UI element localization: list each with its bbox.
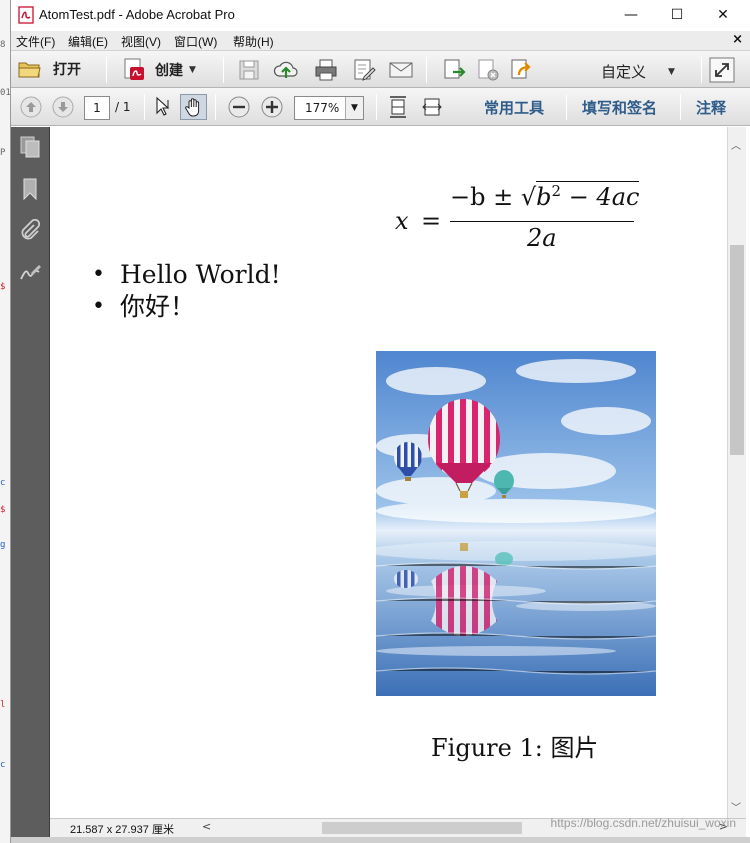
formula-equals: = (421, 207, 442, 235)
toolbar-divider (701, 57, 702, 83)
create-label: 创建 (155, 62, 183, 78)
previous-page-icon[interactable] (19, 95, 43, 119)
menu-view[interactable]: 视图(V) (121, 33, 161, 50)
toolbar-divider (144, 94, 145, 120)
scrollbar-thumb[interactable] (730, 245, 744, 455)
zoom-out-icon[interactable] (227, 95, 251, 119)
customize-label: 自定义 (601, 64, 647, 81)
background-editor-strip: 8 01 P $ c $ g l c (0, 0, 10, 843)
toolbar-divider (376, 94, 377, 120)
close-document-button[interactable]: × (732, 32, 743, 47)
edit-document-icon[interactable] (351, 57, 377, 83)
formula-numerator: −b ± √b2 − 4ac (450, 181, 640, 211)
scroll-up-icon[interactable]: ︿ (731, 137, 741, 152)
toolbar-divider (680, 94, 681, 120)
upload-cloud-icon[interactable] (273, 57, 299, 83)
list-item: 你好！ (92, 291, 281, 323)
main-toolbar: 打开 创建 ▼ 自定义 ▼ (11, 51, 750, 88)
fit-page-icon[interactable] (387, 95, 409, 119)
menu-file[interactable]: 文件(F) (16, 33, 55, 50)
figure-caption: Figure 1: 图片 (431, 734, 599, 762)
create-button[interactable]: 创建 ▼ (121, 57, 196, 83)
customize-dropdown-icon: ▼ (668, 66, 675, 77)
document-page[interactable]: x = −b ± √b2 − 4ac 2a Hello World! 你好！ (50, 127, 727, 818)
fraction-bar (450, 221, 634, 222)
secure-icon[interactable] (475, 57, 501, 83)
list-item: Hello World! (92, 259, 281, 291)
formula-variable: x (395, 207, 409, 235)
menu-help[interactable]: 帮助(H) (233, 33, 274, 50)
toolbar-divider (566, 94, 567, 120)
title-bar: AtomTest.pdf - Adobe Acrobat Pro — ☐ ✕ (11, 0, 750, 31)
print-icon[interactable] (313, 57, 339, 83)
tab-fill-sign[interactable]: 填写和签名 (582, 97, 657, 118)
bookmarks-icon[interactable] (18, 177, 42, 201)
tab-common-tools[interactable]: 常用工具 (484, 97, 544, 118)
share-icon[interactable] (508, 57, 534, 83)
acrobat-window: AtomTest.pdf - Adobe Acrobat Pro — ☐ ✕ 文… (10, 0, 750, 843)
hand-icon (185, 98, 200, 117)
menu-window[interactable]: 窗口(W) (174, 33, 217, 50)
customize-dropdown[interactable]: 自定义 ▼ (601, 61, 675, 82)
next-page-icon[interactable] (51, 95, 75, 119)
page-total: / 1 (115, 100, 131, 114)
zoom-level-select[interactable]: 177% ▼ (294, 96, 364, 120)
menu-bar: 文件(F) 编辑(E) 视图(V) 窗口(W) 帮助(H) × (11, 31, 750, 51)
scroll-left-icon[interactable]: < (202, 820, 211, 833)
minimize-button[interactable]: — (608, 0, 654, 30)
review-icon[interactable] (441, 57, 467, 83)
balloon-photo (376, 351, 656, 696)
navigation-toolbar: 1 / 1 177% ▼ 常用工具 填写和签名 注释 (11, 88, 750, 126)
attachments-icon[interactable] (18, 219, 42, 243)
bullet-list: Hello World! 你好！ (92, 259, 281, 323)
maximize-button[interactable]: ☐ (654, 0, 700, 30)
create-pdf-icon (124, 58, 144, 80)
vertical-scrollbar[interactable]: ︿ ﹀ (727, 127, 746, 818)
signatures-icon[interactable] (18, 261, 42, 285)
navigation-panel (11, 127, 50, 837)
toolbar-divider (223, 57, 224, 83)
fit-width-icon[interactable] (421, 95, 443, 119)
save-icon[interactable] (237, 58, 261, 82)
window-title: AtomTest.pdf - Adobe Acrobat Pro (39, 7, 235, 22)
watermark: https://blog.csdn.net/zhuisui_woxin (550, 816, 736, 830)
formula-denominator: 2a (527, 224, 557, 252)
open-label: 打开 (53, 61, 81, 77)
page-size-readout: 21.587 x 27.937 厘米 (70, 824, 174, 836)
close-button[interactable]: ✕ (700, 0, 746, 30)
scroll-down-icon[interactable]: ﹀ (731, 799, 741, 814)
horizontal-scrollbar-thumb[interactable] (322, 822, 522, 834)
window-bottom-frame (11, 837, 750, 843)
fullscreen-icon[interactable] (709, 57, 735, 83)
pdf-file-icon (18, 6, 34, 24)
page-number-input[interactable]: 1 (84, 96, 110, 120)
toolbar-divider (106, 57, 107, 83)
create-dropdown-icon: ▼ (189, 65, 196, 75)
zoom-in-icon[interactable] (260, 95, 284, 119)
open-button[interactable]: 打开 (17, 57, 81, 81)
hand-tool-button[interactable] (180, 94, 207, 120)
select-cursor-icon[interactable] (152, 96, 174, 118)
email-icon[interactable] (388, 58, 414, 82)
toolbar-divider (215, 94, 216, 120)
toolbar-divider (426, 57, 427, 83)
menu-edit[interactable]: 编辑(E) (68, 33, 108, 50)
zoom-dropdown-icon: ▼ (345, 97, 363, 119)
folder-icon (18, 62, 41, 78)
zoom-level-value: 177% (305, 101, 340, 115)
page-thumbnails-icon[interactable] (18, 135, 42, 159)
tab-comment[interactable]: 注释 (696, 97, 726, 118)
